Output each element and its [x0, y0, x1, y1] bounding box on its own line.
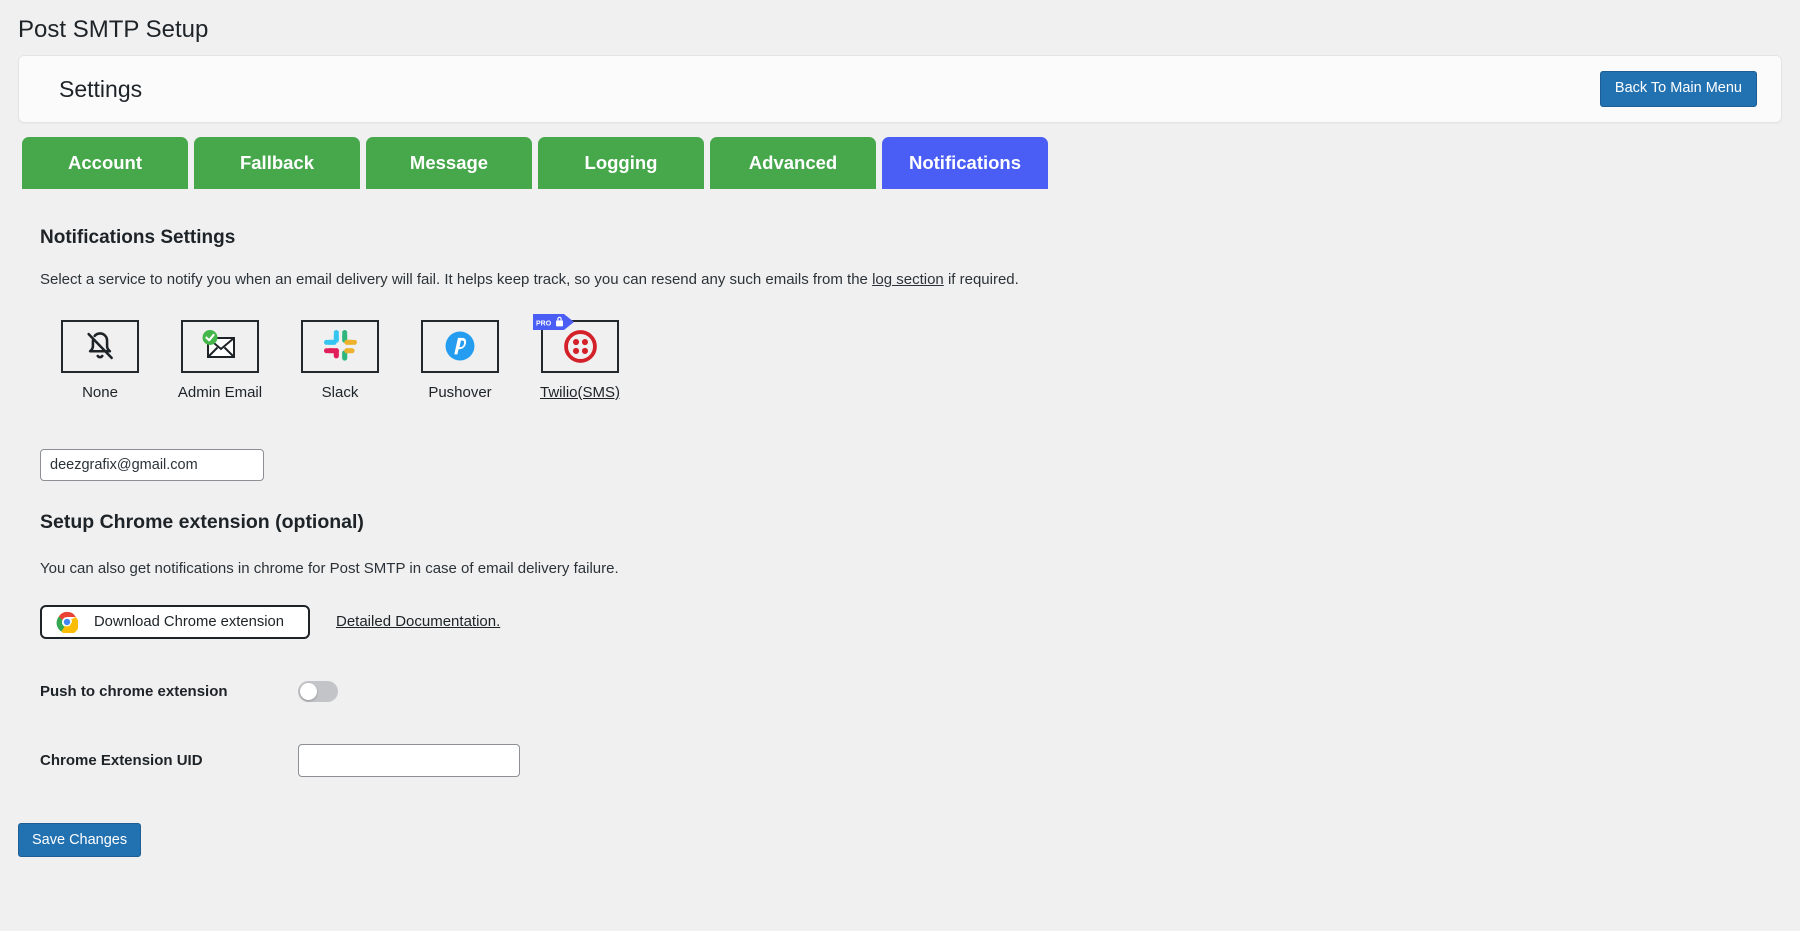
section-description-part1: Select a service to notify you when an e… [40, 271, 872, 288]
tab-advanced[interactable]: Advanced [710, 137, 876, 189]
download-chrome-extension-label: Download Chrome extension [94, 614, 284, 630]
form-footer: Save Changes [0, 777, 1800, 857]
service-icon-box-admin-email[interactable] [181, 320, 259, 373]
twilio-icon [564, 330, 597, 363]
admin-email-input[interactable] [40, 449, 264, 481]
service-icon-box-slack[interactable] [301, 320, 379, 373]
email-check-icon [200, 329, 240, 363]
chrome-extension-uid-label: Chrome Extension UID [40, 752, 298, 769]
pro-badge: PRO [533, 315, 577, 330]
service-option-admin-email[interactable]: Admin Email [160, 320, 280, 401]
service-label-admin-email: Admin Email [178, 384, 262, 401]
pro-badge-icon: PRO [533, 314, 577, 330]
service-label-none: None [82, 384, 118, 401]
tab-notifications[interactable]: Notifications [882, 137, 1048, 189]
chrome-extension-description: You can also get notifications in chrome… [40, 560, 1800, 577]
chrome-extension-uid-input[interactable] [298, 744, 520, 777]
service-label-slack: Slack [322, 384, 359, 401]
push-to-chrome-extension-row: Push to chrome extension [40, 681, 1800, 702]
section-title-notifications: Notifications Settings [40, 227, 1800, 249]
settings-card-title: Settings [59, 76, 142, 103]
notification-service-picker: None Admin Email [40, 320, 1800, 401]
back-to-main-menu-button[interactable]: Back To Main Menu [1600, 71, 1757, 106]
page-title: Post SMTP Setup [0, 0, 1800, 55]
push-to-chrome-extension-label: Push to chrome extension [40, 683, 298, 700]
service-option-slack[interactable]: Slack [280, 320, 400, 401]
section-title-chrome-extension: Setup Chrome extension (optional) [40, 511, 1800, 534]
save-changes-button[interactable]: Save Changes [18, 823, 141, 857]
download-chrome-extension-button[interactable]: Download Chrome extension [40, 605, 310, 639]
chrome-extension-actions: Download Chrome extension Detailed Docum… [40, 605, 1800, 639]
service-label-pushover: Pushover [428, 384, 491, 401]
admin-email-row [40, 449, 1800, 481]
service-icon-box-pushover[interactable] [421, 320, 499, 373]
chrome-extension-uid-row: Chrome Extension UID [40, 744, 1800, 777]
service-icon-box-none[interactable] [61, 320, 139, 373]
svg-text:PRO: PRO [536, 321, 552, 328]
push-to-chrome-extension-toggle[interactable] [298, 681, 338, 702]
service-option-twilio-sms[interactable]: PRO Twilio(SMS) [520, 320, 640, 401]
section-description-part2: if required. [944, 271, 1019, 288]
tab-message[interactable]: Message [366, 137, 532, 189]
detailed-documentation-link[interactable]: Detailed Documentation. [336, 613, 500, 630]
service-option-pushover[interactable]: Pushover [400, 320, 520, 401]
settings-header-card: Settings Back To Main Menu [18, 55, 1782, 123]
settings-tab-bar: Account Fallback Message Logging Advance… [0, 123, 1800, 189]
tab-fallback[interactable]: Fallback [194, 137, 360, 189]
chrome-icon [56, 611, 78, 633]
toggle-knob [300, 683, 317, 700]
log-section-link[interactable]: log section [872, 271, 944, 288]
service-icon-box-twilio-sms[interactable]: PRO [541, 320, 619, 373]
service-option-none[interactable]: None [40, 320, 160, 401]
tab-account[interactable]: Account [22, 137, 188, 189]
slack-icon [324, 330, 357, 363]
tab-logging[interactable]: Logging [538, 137, 704, 189]
bell-off-icon [83, 329, 117, 363]
notifications-settings-panel: Notifications Settings Select a service … [0, 227, 1800, 777]
section-description: Select a service to notify you when an e… [40, 269, 1800, 292]
pushover-icon [443, 329, 477, 363]
service-label-twilio-sms: Twilio(SMS) [540, 384, 620, 401]
